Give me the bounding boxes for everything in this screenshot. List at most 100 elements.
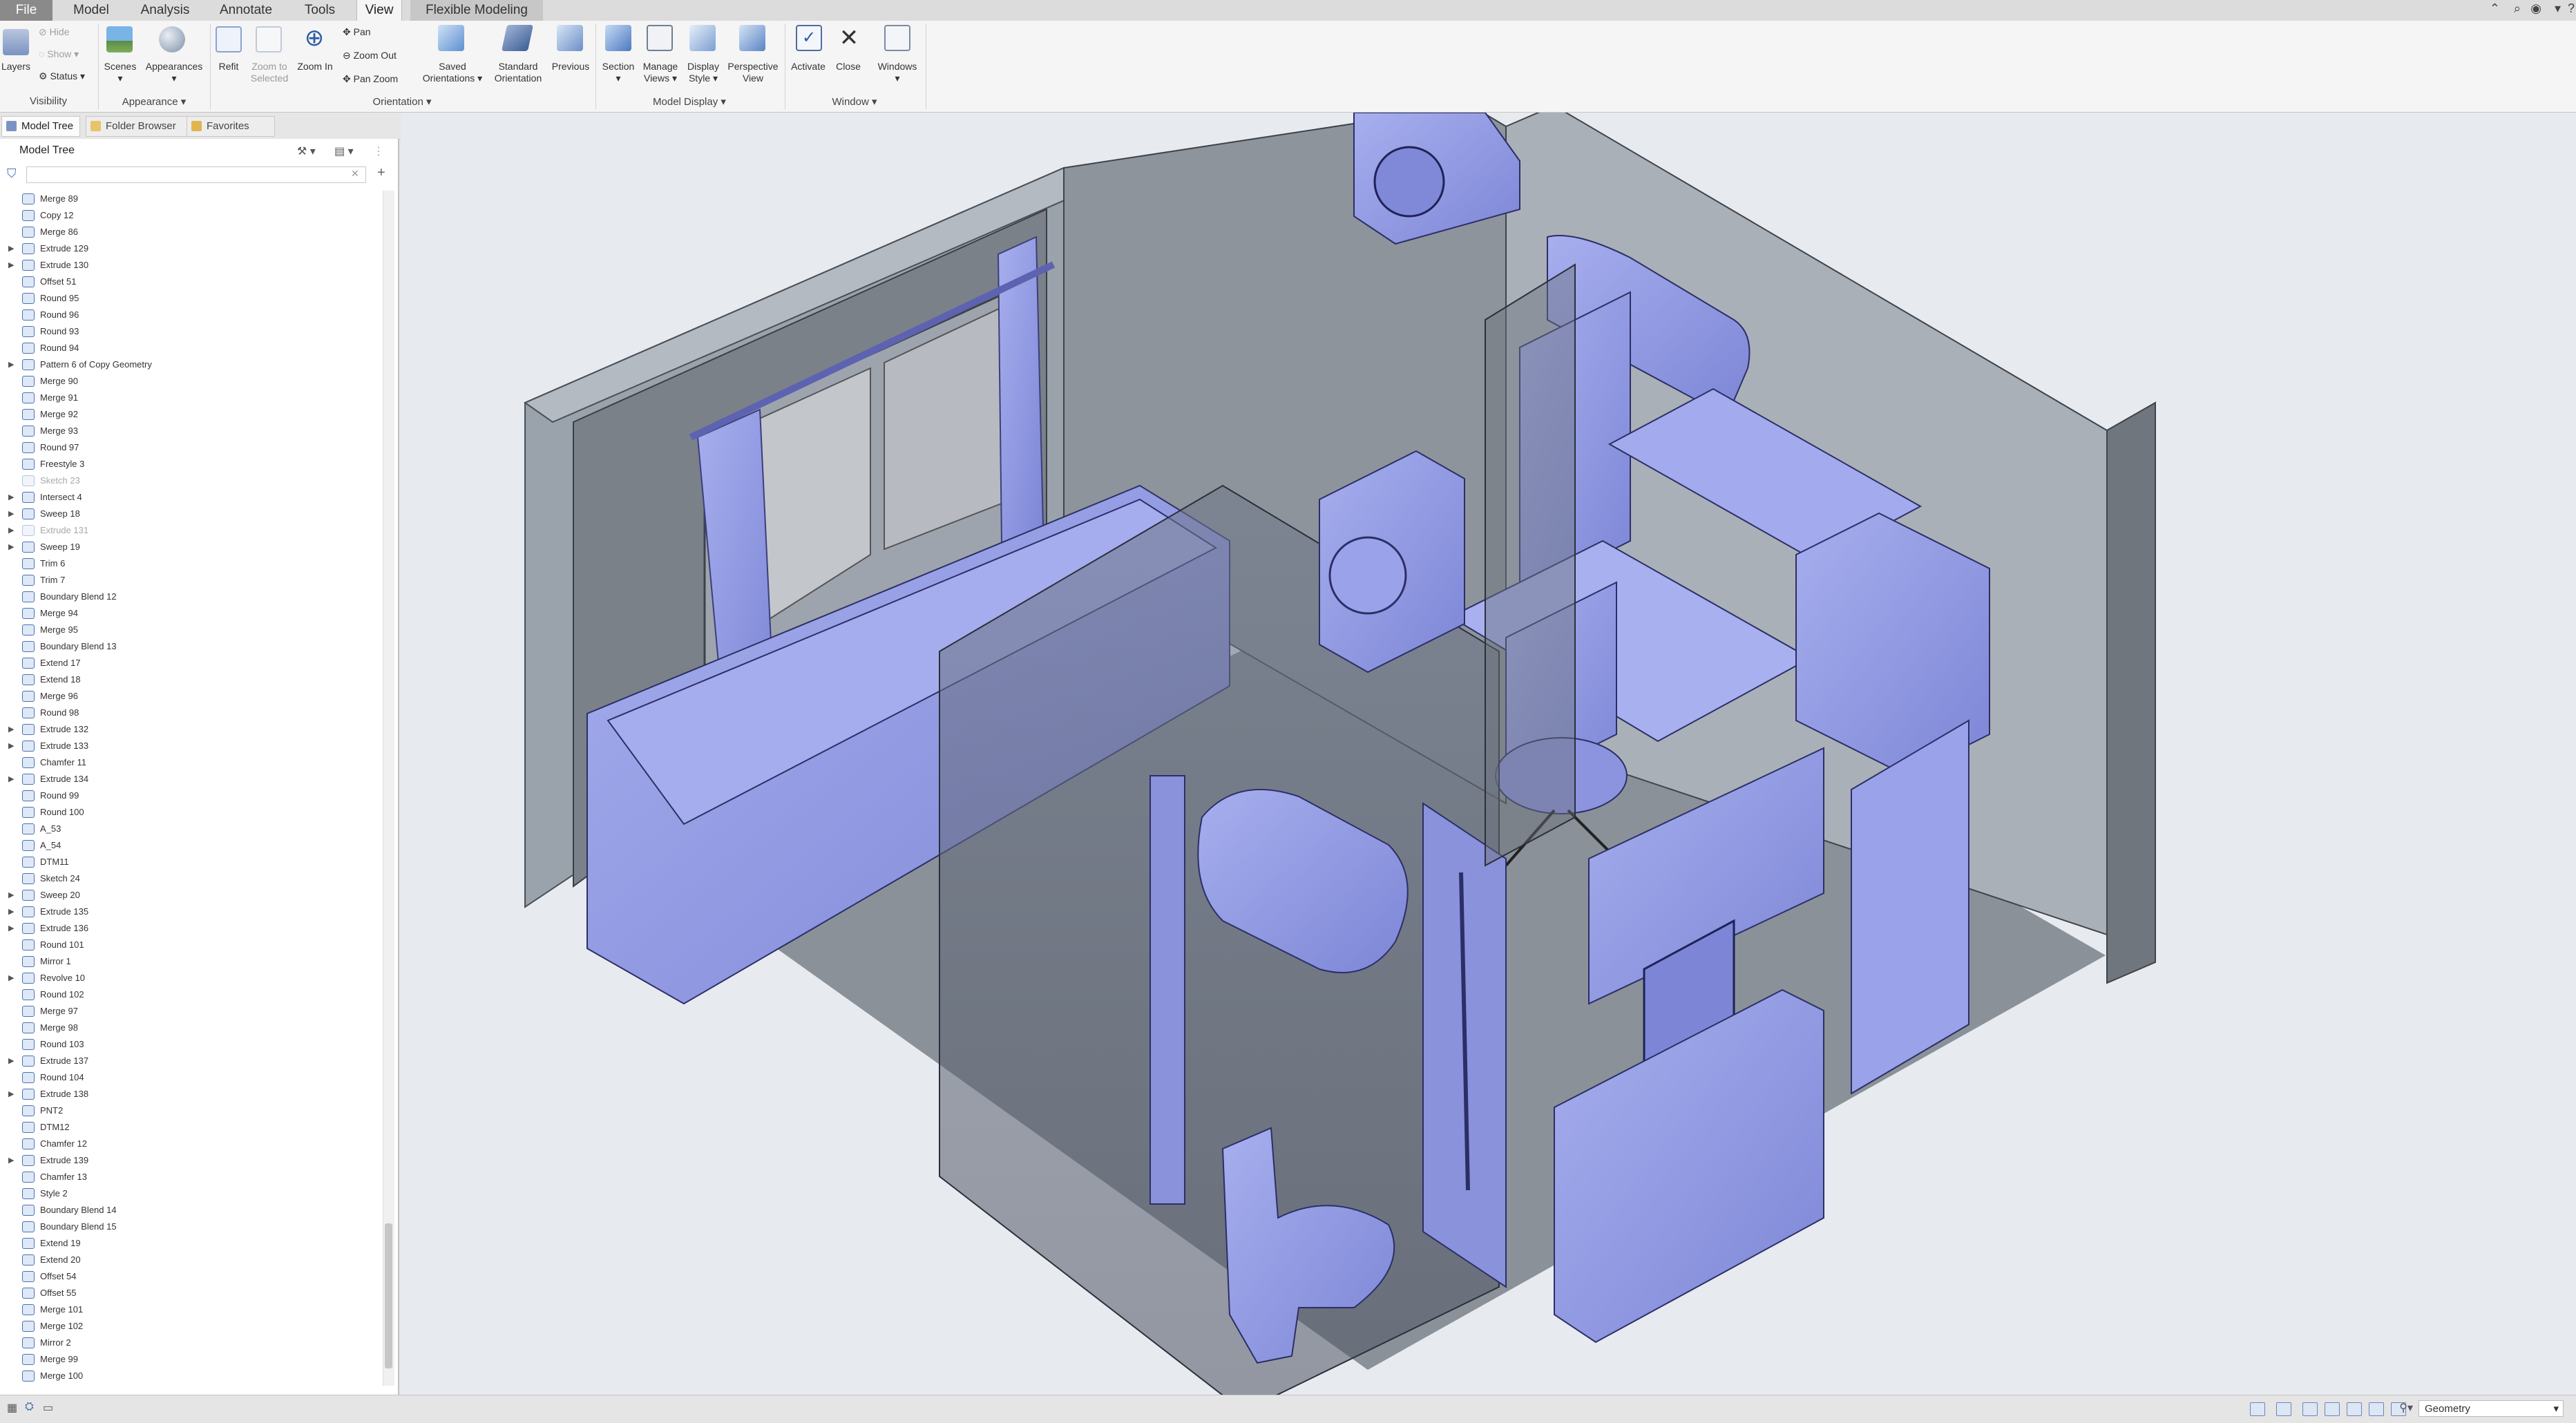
group-window[interactable]: Window ▾ [786,95,923,108]
group-appearance[interactable]: Appearance ▾ [99,95,209,108]
binoculars-icon[interactable]: ⚲▾ [2399,1401,2413,1415]
tree-item[interactable]: Trim 6 [0,555,384,572]
expand-arrow-icon[interactable]: ▶ [8,539,14,555]
caret-up-icon[interactable]: ⌃ [2490,1,2500,16]
previous-button[interactable]: Previous [548,61,593,73]
tree-item[interactable]: Merge 100 [0,1368,384,1384]
group-model-display[interactable]: Model Display ▾ [597,95,782,108]
tab-folder-browser[interactable]: Folder Browser [86,116,198,137]
windows-button[interactable]: Windows ▾ [873,61,922,84]
zoom-out-button[interactable]: ⊖ Zoom Out [343,50,397,61]
display-style-button[interactable]: Display Style ▾ [681,61,725,84]
tree-item[interactable]: Merge 102 [0,1318,384,1335]
datum-icon[interactable] [2325,1402,2340,1416]
tree-item[interactable]: ▶ Extrude 133 [0,738,384,754]
tree-item[interactable]: Merge 99 [0,1351,384,1368]
manage-views-button[interactable]: Manage Views ▾ [638,61,683,84]
tab-favorites[interactable]: Favorites [187,116,275,137]
tree-item[interactable]: Round 95 [0,290,384,307]
tree-item[interactable]: ▶ Extrude 132 [0,721,384,738]
tree-item[interactable]: Round 104 [0,1069,384,1086]
tree-item[interactable]: Offset 55 [0,1285,384,1301]
tree-item[interactable]: ▶ Extrude 137 [0,1053,384,1069]
csys-icon[interactable] [2369,1402,2384,1416]
tree-columns-icon[interactable]: ▤ ▾ [334,144,354,158]
tree-item[interactable]: Sketch 24 [0,870,384,887]
tree-item[interactable]: ▶ Extrude 134 [0,771,384,787]
tree-item[interactable]: Merge 95 [0,622,384,638]
tree-item[interactable]: Extend 19 [0,1235,384,1252]
tree-item[interactable]: Merge 94 [0,605,384,622]
tree-item[interactable]: Extend 18 [0,671,384,688]
tree-search-input[interactable] [26,166,366,183]
tree-item[interactable]: Merge 91 [0,390,384,406]
expand-arrow-icon[interactable]: ▶ [8,721,14,738]
tree-item[interactable]: DTM12 [0,1119,384,1136]
tree-settings-icon[interactable]: ⚒ ▾ [297,144,316,158]
saved-orientations-button[interactable]: Saved Orientations ▾ [417,61,488,84]
tree-item[interactable]: Round 94 [0,340,384,356]
expand-arrow-icon[interactable]: ▶ [8,506,14,522]
tree-item[interactable]: Mirror 1 [0,953,384,970]
add-icon[interactable]: + [377,165,385,181]
tree-item[interactable]: ▶ Extrude 138 [0,1086,384,1102]
tree-item[interactable]: Copy 12 [0,207,384,224]
show-button[interactable]: ◌ Show ▾ [39,48,79,60]
tree-item[interactable]: Round 103 [0,1036,384,1053]
tree-item[interactable]: Merge 86 [0,224,384,240]
tree-item[interactable]: Mirror 2 [0,1335,384,1351]
group-orientation[interactable]: Orientation ▾ [211,95,593,108]
scenes-button[interactable]: Scenes ▾ [99,61,141,84]
expand-arrow-icon[interactable]: ▶ [8,257,14,274]
tree-item[interactable]: Round 93 [0,323,384,340]
graphics-viewport[interactable] [401,113,2576,1395]
tree-item[interactable]: ▶ Extrude 139 [0,1152,384,1169]
tree-item[interactable]: DTM11 [0,854,384,870]
tree-item[interactable]: Extend 20 [0,1252,384,1268]
zoom-in-button[interactable]: Zoom In [293,61,337,73]
tree-item[interactable]: Chamfer 12 [0,1136,384,1152]
search-icon[interactable]: ⌕ [2514,1,2521,16]
tree-item[interactable]: Boundary Blend 12 [0,589,384,605]
tree-item[interactable]: Round 101 [0,937,384,953]
expand-arrow-icon[interactable]: ▶ [8,1086,14,1102]
tab-view[interactable]: View [356,0,402,21]
tree-item[interactable]: Merge 89 [0,191,384,207]
tree-scrollbar-thumb[interactable] [385,1223,392,1368]
expand-arrow-icon[interactable]: ▶ [8,970,14,986]
help-icon[interactable]: ? [2568,1,2575,16]
tree-item[interactable]: A_53 [0,821,384,837]
layers-button[interactable]: Layers [0,61,32,73]
tree-item[interactable]: Merge 96 [0,688,384,705]
tree-item[interactable]: Merge 93 [0,423,384,439]
expand-arrow-icon[interactable]: ▶ [8,1053,14,1069]
selection-filter-dropdown[interactable]: Geometry ▾ [2418,1400,2564,1417]
expand-arrow-icon[interactable]: ▶ [8,771,14,787]
tree-item[interactable]: PNT2 [0,1102,384,1119]
hide-button[interactable]: ⊘ Hide [39,26,69,38]
expand-arrow-icon[interactable]: ▶ [8,356,14,373]
tree-item[interactable]: ▶ Sweep 19 [0,539,384,555]
expand-arrow-icon[interactable]: ▶ [8,1152,14,1169]
tree-item[interactable]: A_54 [0,837,384,854]
tree-item[interactable]: Chamfer 13 [0,1169,384,1185]
status-button[interactable]: ⚙ Status ▾ [39,70,85,82]
sketch-icon[interactable] [2276,1402,2291,1416]
tab-annotate[interactable]: Annotate [209,0,283,21]
zoom-to-selected-button[interactable]: Zoom to Selected [245,61,294,84]
tree-item[interactable]: ▶ Sweep 18 [0,506,384,522]
expand-arrow-icon[interactable]: ▶ [8,738,14,754]
tree-item[interactable]: Extend 17 [0,655,384,671]
activate-button[interactable]: Activate [786,61,830,73]
tree-item[interactable]: ▶ Sweep 20 [0,887,384,904]
tree-item[interactable]: Offset 51 [0,274,384,290]
tree-item[interactable]: Round 100 [0,804,384,821]
grid-icon[interactable]: ▦ [7,1401,17,1415]
tree-item[interactable]: Round 96 [0,307,384,323]
pan-zoom-button[interactable]: ✥ Pan Zoom [343,73,398,85]
expand-arrow-icon[interactable]: ▶ [8,489,14,506]
tab-model[interactable]: Model [61,0,122,21]
tab-model-tree[interactable]: Model Tree [1,116,80,137]
expand-arrow-icon[interactable]: ▶ [8,240,14,257]
tree-item[interactable]: ▶ Intersect 4 [0,489,384,506]
